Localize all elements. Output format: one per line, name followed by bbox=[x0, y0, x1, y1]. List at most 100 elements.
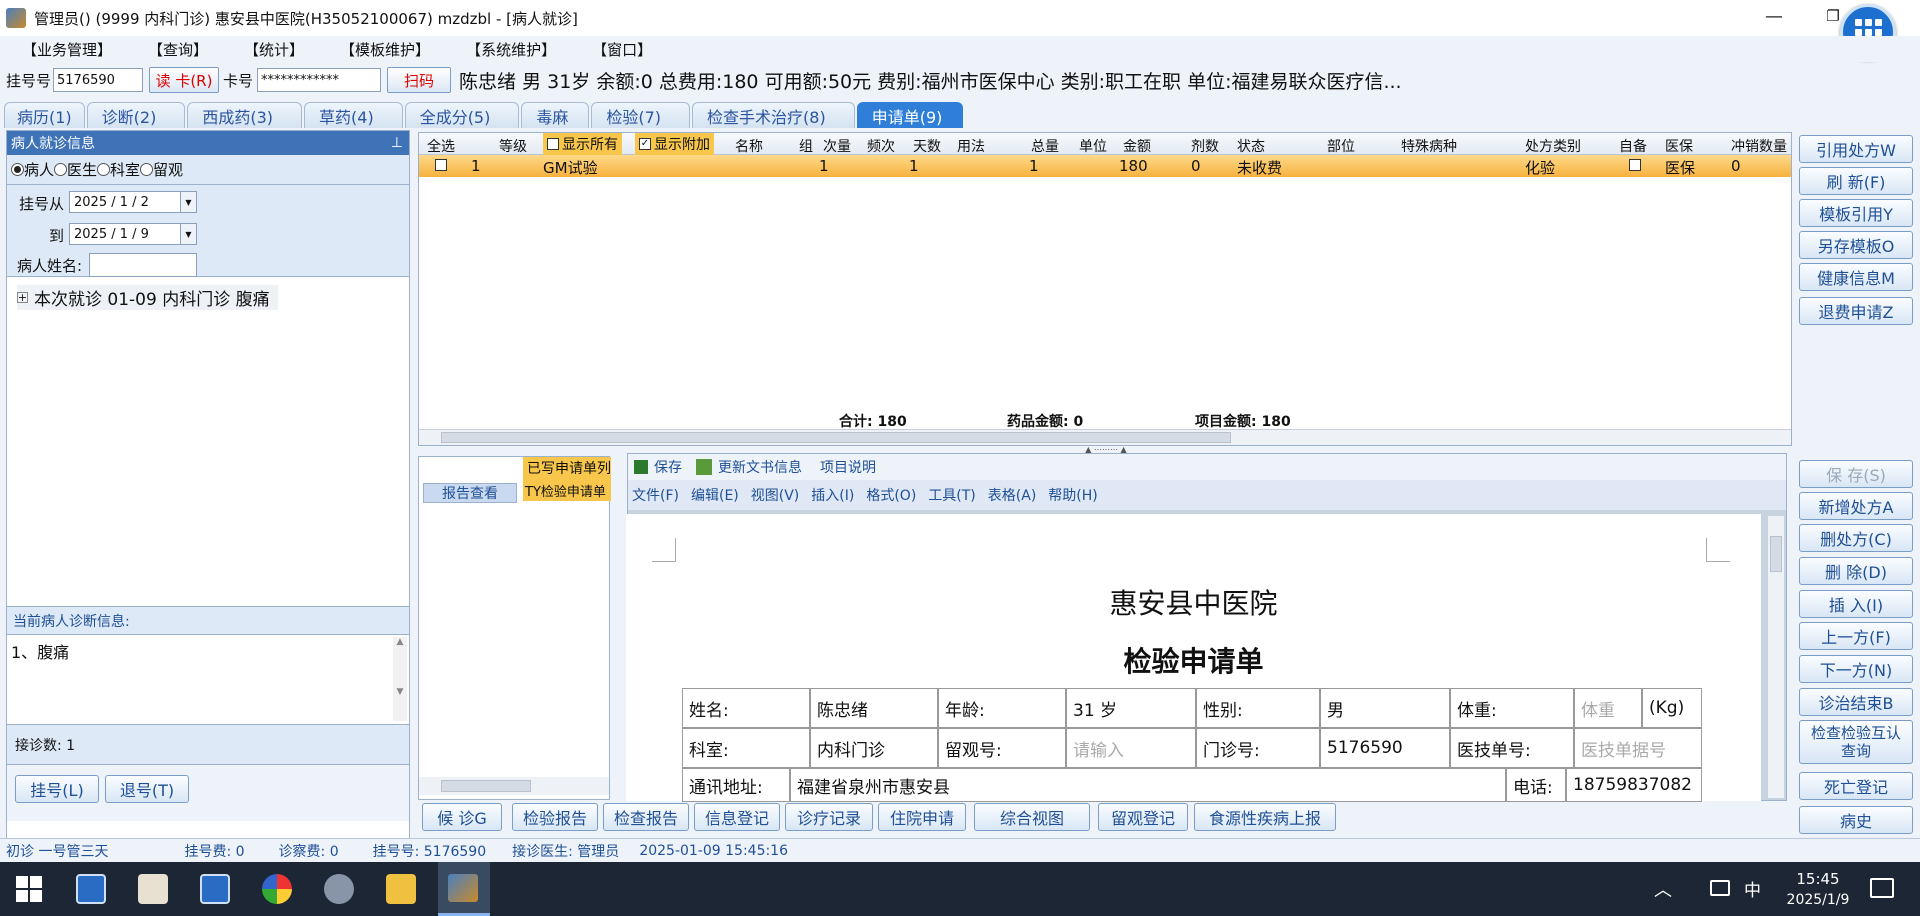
overview-button[interactable]: 综合视图 bbox=[974, 803, 1090, 831]
doc-update-button[interactable]: 更新文书信息 bbox=[718, 457, 802, 477]
tab-herbal[interactable]: 草药(4) bbox=[304, 102, 403, 128]
app-window-icon[interactable] bbox=[76, 874, 106, 904]
finish-treatment-button[interactable]: 诊治结束B bbox=[1799, 688, 1913, 716]
doc-menu-tools[interactable]: 工具(T) bbox=[928, 485, 975, 505]
lab-report-button[interactable]: 检验报告 bbox=[512, 803, 598, 831]
cell-age-value[interactable]: 31 岁 bbox=[1066, 688, 1196, 728]
radio-patient[interactable] bbox=[11, 163, 24, 176]
radio-observe[interactable] bbox=[140, 163, 154, 176]
foodborne-report-button[interactable]: 食源性疾病上报 bbox=[1194, 803, 1336, 831]
update-icon[interactable] bbox=[696, 459, 712, 475]
show-extra-checkbox[interactable]: ✓ bbox=[639, 138, 651, 150]
radio-doctor[interactable] bbox=[54, 163, 68, 176]
menu-query[interactable]: 【查询】 bbox=[144, 39, 212, 60]
tab-narcotic[interactable]: 毒麻 bbox=[521, 102, 590, 128]
folder-icon[interactable] bbox=[386, 874, 416, 904]
prev-prescription-button[interactable]: 上一方(F) bbox=[1799, 622, 1913, 650]
template-quote-button[interactable]: 模板引用Y bbox=[1799, 199, 1913, 227]
doc-vscrollbar[interactable] bbox=[1768, 516, 1784, 798]
notification-icon[interactable] bbox=[1870, 878, 1894, 898]
pin-icon[interactable]: ⊥ bbox=[391, 135, 403, 151]
doc-menu-edit[interactable]: 编辑(E) bbox=[691, 485, 739, 505]
info-register-button[interactable]: 信息登记 bbox=[694, 803, 780, 831]
quote-prescription-button[interactable]: 引用处方W bbox=[1799, 135, 1913, 163]
health-info-button[interactable]: 健康信息M bbox=[1799, 263, 1913, 291]
register-button[interactable]: 挂号(L) bbox=[15, 775, 99, 803]
waiting-button[interactable]: 候 诊G bbox=[422, 803, 502, 831]
mutual-recognition-button[interactable]: 检查检验互认查询 bbox=[1799, 720, 1913, 764]
chevron-down-icon[interactable]: ▼ bbox=[180, 224, 196, 244]
patient-name-input[interactable] bbox=[89, 253, 197, 277]
tree-item[interactable]: + 本次就诊 01-09 内科门诊 腹痛 bbox=[17, 285, 278, 310]
tab-full-ingredient[interactable]: 全成分(5) bbox=[404, 102, 520, 128]
date-from-input[interactable]: 2025 / 1 / 2 ▼ bbox=[69, 191, 197, 213]
tab-record[interactable]: 病历(1) bbox=[4, 102, 85, 128]
cell-address-value[interactable]: 福建省泉州市惠安县 bbox=[790, 768, 1506, 802]
written-tab[interactable]: 已写申请单列 bbox=[523, 457, 611, 479]
cell-dept-value[interactable]: 内科门诊 bbox=[810, 728, 938, 768]
death-register-button[interactable]: 死亡登记 bbox=[1799, 772, 1913, 800]
col-select-all[interactable]: 全选 bbox=[427, 136, 455, 156]
delete-prescription-button[interactable]: 删处方(C) bbox=[1799, 524, 1913, 552]
tab-exam-surgery[interactable]: 检查手术治疗(8) bbox=[692, 102, 855, 128]
ime-indicator[interactable]: 中 bbox=[1744, 876, 1761, 901]
doc-menu-insert[interactable]: 插入(I) bbox=[811, 485, 854, 505]
chevron-down-icon[interactable]: ▼ bbox=[180, 192, 196, 212]
history-button[interactable]: 病史 bbox=[1799, 806, 1913, 834]
radio-dept[interactable] bbox=[97, 163, 111, 176]
tray-chevron-icon[interactable]: ︿ bbox=[1654, 876, 1672, 902]
new-prescription-button[interactable]: 新增处方A bbox=[1799, 492, 1913, 520]
document-page[interactable]: 惠安县中医院 检验申请单 姓名: 陈忠绪 年龄: 31 岁 性别: 男 体重: … bbox=[626, 514, 1761, 802]
report-hscrollbar[interactable] bbox=[419, 777, 609, 795]
lab-request-item[interactable]: TY检验申请单 bbox=[523, 479, 611, 501]
insert-button[interactable]: 插 入(I) bbox=[1799, 590, 1913, 618]
app-window-icon[interactable] bbox=[200, 874, 230, 904]
date-to-input[interactable]: 2025 / 1 / 9 ▼ bbox=[69, 223, 197, 245]
menu-stats[interactable]: 【统计】 bbox=[240, 39, 308, 60]
tab-diagnosis[interactable]: 诊断(2) bbox=[86, 102, 186, 128]
cell-weight-value[interactable]: 体重 bbox=[1574, 688, 1642, 728]
report-view-button[interactable]: 报告查看 bbox=[423, 483, 517, 503]
tab-application[interactable]: 申请单(9) bbox=[856, 102, 964, 128]
refund-request-button[interactable]: 退费申请Z bbox=[1799, 297, 1913, 325]
java-icon[interactable] bbox=[138, 874, 168, 904]
cell-sex-value[interactable]: 男 bbox=[1320, 688, 1450, 728]
doc-explain-button[interactable]: 项目说明 bbox=[820, 457, 876, 477]
doc-menu-help[interactable]: 帮助(H) bbox=[1048, 485, 1097, 505]
report-scroll-thumb[interactable] bbox=[441, 780, 531, 792]
doc-menu-format[interactable]: 格式(O) bbox=[866, 485, 916, 505]
grid-scroll-thumb[interactable] bbox=[441, 432, 1231, 443]
save-button[interactable]: 保 存(S) bbox=[1799, 460, 1913, 488]
delete-button[interactable]: 删 除(D) bbox=[1799, 557, 1913, 585]
observe-register-button[interactable]: 留观登记 bbox=[1098, 803, 1188, 831]
diag-scrollbar[interactable]: ▲ ▼ bbox=[393, 637, 407, 721]
reg-number-input[interactable]: 5176590 bbox=[53, 68, 144, 92]
tab-lab[interactable]: 检验(7) bbox=[591, 102, 691, 128]
save-icon[interactable] bbox=[634, 460, 648, 474]
minimize-button[interactable]: — bbox=[1751, 0, 1797, 32]
menu-template[interactable]: 【模板维护】 bbox=[336, 39, 434, 60]
table-row[interactable]: 1 GM试验 1 1 1 180 0 未收费 化验 医保 0 bbox=[419, 155, 1791, 177]
scan-button[interactable]: 扫码 bbox=[387, 67, 452, 93]
exam-report-button[interactable]: 检查报告 bbox=[603, 803, 689, 831]
row-self-checkbox[interactable] bbox=[1629, 159, 1641, 171]
cell-phone-value[interactable]: 18759837082 bbox=[1566, 768, 1702, 802]
diag-textarea[interactable]: 1、腹痛 ▲ ▼ bbox=[7, 635, 409, 725]
active-app-tab[interactable] bbox=[438, 862, 490, 916]
cell-techno-value[interactable]: 医技单据号 bbox=[1574, 728, 1702, 768]
next-prescription-button[interactable]: 下一方(N) bbox=[1799, 655, 1913, 683]
browser-icon[interactable] bbox=[262, 874, 292, 904]
menu-system[interactable]: 【系统维护】 bbox=[462, 39, 560, 60]
read-card-button[interactable]: 读 卡(R) bbox=[149, 67, 220, 93]
windows-start-icon[interactable] bbox=[16, 876, 42, 902]
network-icon[interactable] bbox=[1710, 880, 1730, 896]
doc-scroll-thumb[interactable] bbox=[1770, 536, 1782, 572]
treatment-record-button[interactable]: 诊疗记录 bbox=[785, 803, 873, 831]
save-template-button[interactable]: 另存模板O bbox=[1799, 231, 1913, 259]
doc-save-button[interactable]: 保存 bbox=[654, 457, 682, 477]
cell-name-value[interactable]: 陈忠绪 bbox=[810, 688, 938, 728]
menu-window[interactable]: 【窗口】 bbox=[588, 39, 656, 60]
refresh-button[interactable]: 刷 新(F) bbox=[1799, 167, 1913, 195]
grid-hscrollbar[interactable] bbox=[419, 429, 1791, 445]
row-checkbox[interactable] bbox=[435, 159, 447, 171]
